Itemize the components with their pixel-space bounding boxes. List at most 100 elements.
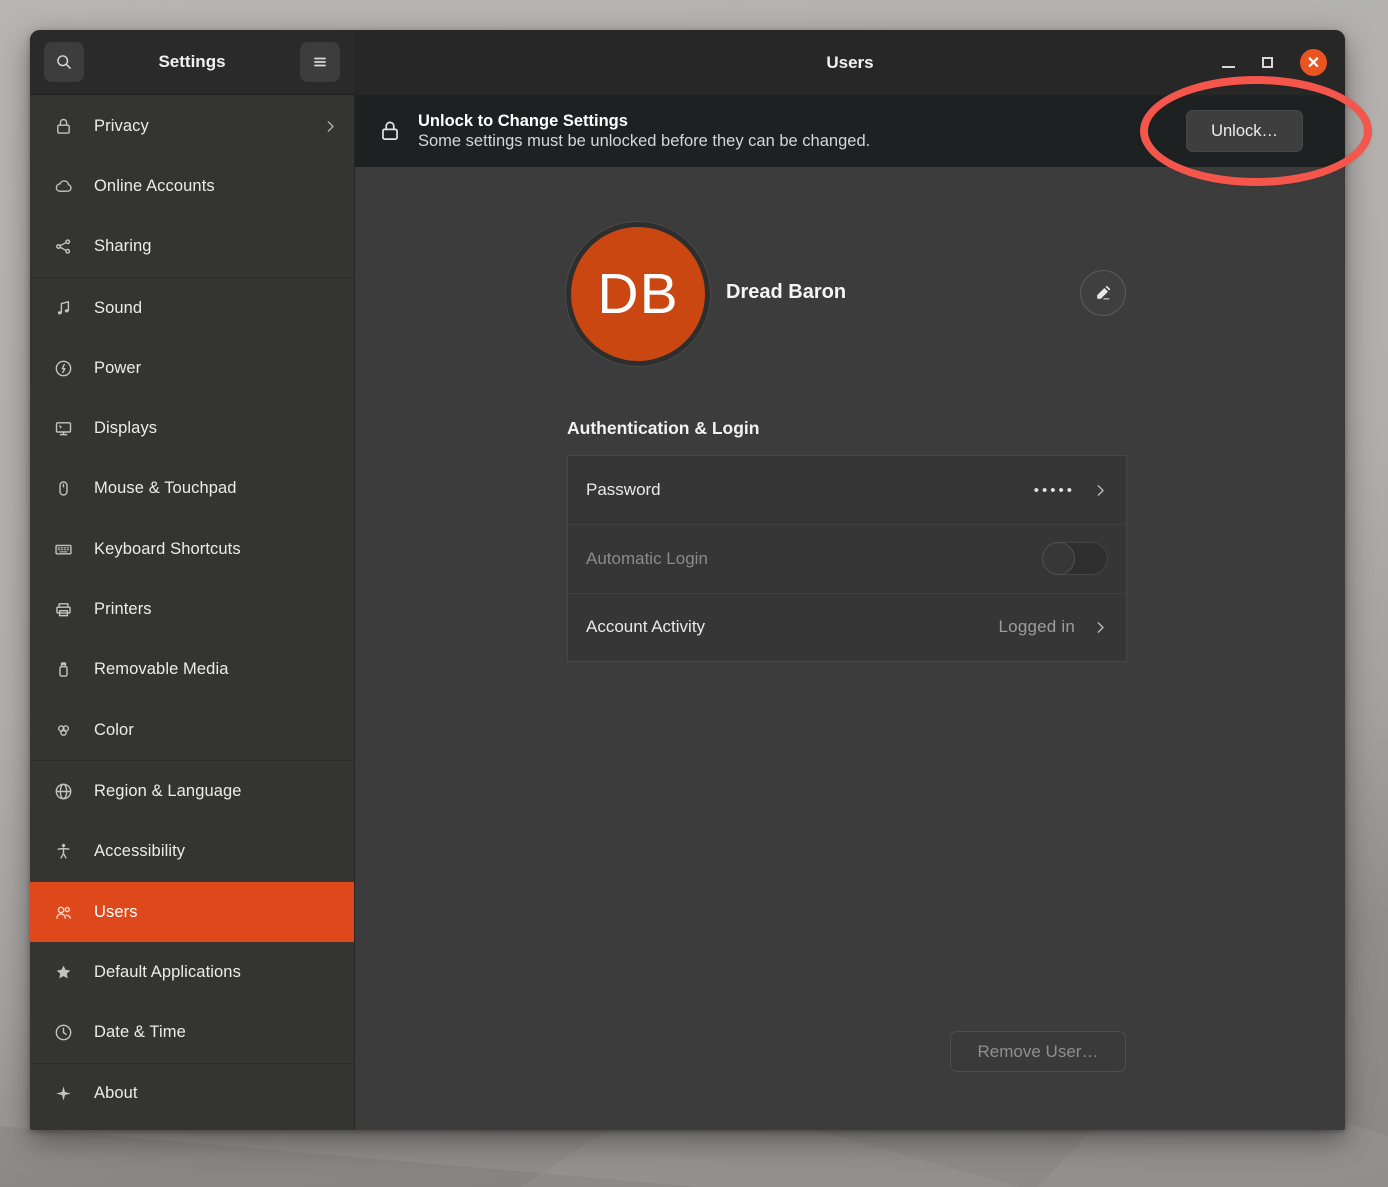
chevron-right-icon: [1093, 483, 1108, 498]
maximize-button[interactable]: [1262, 57, 1273, 68]
sparkle-icon: [51, 1082, 75, 1106]
sidebar-item-label: Color: [94, 721, 338, 740]
sidebar-item-accessibility[interactable]: Accessibility: [30, 822, 354, 882]
padlock-icon: [377, 118, 403, 144]
minimize-icon: [1222, 66, 1235, 68]
sidebar-item-region-language[interactable]: Region & Language: [30, 761, 354, 821]
sidebar-item-label: Power: [94, 359, 338, 378]
sidebar-item-label: Removable Media: [94, 660, 338, 679]
user-full-name: Dread Baron: [726, 281, 846, 304]
sidebar-item-label: Accessibility: [94, 842, 338, 861]
sidebar-header: Settings: [30, 30, 354, 95]
sidebar-item-displays[interactable]: Displays: [30, 398, 354, 458]
chevron-right-icon: [323, 119, 338, 134]
account-activity-label: Account Activity: [586, 617, 981, 637]
automatic-login-toggle[interactable]: [1042, 542, 1108, 575]
sidebar-item-label: Printers: [94, 600, 338, 619]
sidebar-item-label: Date & Time: [94, 1023, 338, 1042]
automatic-login-row: Automatic Login: [568, 524, 1126, 592]
unlock-banner: Unlock to Change Settings Some settings …: [355, 95, 1345, 167]
user-avatar[interactable]: DB: [565, 221, 711, 367]
settings-window: Settings Privacy Online Accounts Sharing So…: [30, 30, 1345, 1130]
unlock-banner-title: Unlock to Change Settings: [418, 112, 870, 131]
chevron-right-icon: [1093, 620, 1108, 635]
sidebar-item-label: Privacy: [94, 117, 304, 136]
sidebar-item-label: About: [94, 1084, 338, 1103]
menu-button[interactable]: [300, 42, 340, 82]
sidebar-item-label: Default Applications: [94, 963, 338, 982]
usb-icon: [51, 658, 75, 682]
sidebar-item-mouse-touchpad[interactable]: Mouse & Touchpad: [30, 459, 354, 519]
unlock-banner-subtitle: Some settings must be unlocked before th…: [418, 132, 870, 151]
minimize-button[interactable]: [1222, 58, 1235, 68]
toggle-knob: [1042, 542, 1075, 575]
sidebar-item-label: Mouse & Touchpad: [94, 479, 338, 498]
password-dots: •••••: [1034, 482, 1075, 499]
cloud-icon: [51, 174, 75, 198]
accessibility-person-icon: [51, 840, 75, 864]
sidebar-item-privacy[interactable]: Privacy: [30, 96, 354, 156]
sidebar-nav-list: Privacy Online Accounts Sharing Sound Power D…: [30, 95, 354, 1130]
users-panel-content: DB Dread Baron Authentication & Login Pa…: [355, 167, 1345, 1130]
sidebar-item-label: Sound: [94, 299, 338, 318]
close-icon: ✕: [1307, 53, 1320, 73]
pencil-icon: [1093, 283, 1113, 303]
main-pane: Users ✕ Unlock to Change Settings: [355, 30, 1345, 1130]
sidebar-item-label: Displays: [94, 419, 338, 438]
sidebar: Settings Privacy Online Accounts Sharing So…: [30, 30, 355, 1130]
music-note-icon: [51, 296, 75, 320]
display-icon: [51, 417, 75, 441]
auth-section-title: Authentication & Login: [567, 418, 759, 439]
sidebar-item-label: Users: [94, 903, 338, 922]
window-controls: ✕: [1222, 30, 1327, 95]
avatar-initials: DB: [597, 261, 678, 327]
sidebar-item-printers[interactable]: Printers: [30, 579, 354, 639]
lock-icon: [51, 114, 75, 138]
sidebar-title: Settings: [158, 52, 225, 72]
keyboard-icon: [51, 537, 75, 561]
password-row[interactable]: Password •••••: [568, 456, 1126, 524]
unlock-button[interactable]: Unlock…: [1186, 110, 1303, 152]
search-button[interactable]: [44, 42, 84, 82]
account-activity-value: Logged in: [999, 617, 1075, 637]
sidebar-item-online-accounts[interactable]: Online Accounts: [30, 156, 354, 216]
sidebar-item-about[interactable]: About: [30, 1064, 354, 1124]
globe-icon: [51, 779, 75, 803]
maximize-icon: [1262, 57, 1273, 68]
users-icon: [51, 900, 75, 924]
sidebar-item-power[interactable]: Power: [30, 338, 354, 398]
search-icon: [53, 51, 75, 73]
hamburger-menu-icon: [309, 51, 331, 73]
color-circles-icon: [51, 718, 75, 742]
mouse-icon: [51, 477, 75, 501]
avatar-circle: DB: [571, 227, 705, 361]
power-icon: [51, 356, 75, 380]
account-activity-row[interactable]: Account Activity Logged in: [568, 593, 1126, 661]
titlebar[interactable]: Users ✕: [355, 30, 1345, 95]
clock-icon: [51, 1021, 75, 1045]
sidebar-item-removable-media[interactable]: Removable Media: [30, 640, 354, 700]
edit-name-button[interactable]: [1080, 270, 1126, 316]
star-icon: [51, 960, 75, 984]
close-button[interactable]: ✕: [1300, 49, 1327, 76]
sidebar-item-label: Region & Language: [94, 782, 338, 801]
automatic-login-label: Automatic Login: [586, 549, 1024, 569]
printer-icon: [51, 598, 75, 622]
sidebar-item-date-time[interactable]: Date & Time: [30, 1002, 354, 1062]
share-icon: [51, 235, 75, 259]
auth-settings-card: Password ••••• Automatic Login Account A…: [567, 455, 1127, 662]
sidebar-item-label: Keyboard Shortcuts: [94, 540, 338, 559]
sidebar-item-label: Sharing: [94, 237, 338, 256]
sidebar-item-label: Online Accounts: [94, 177, 338, 196]
password-label: Password: [586, 480, 1016, 500]
sidebar-item-default-applications[interactable]: Default Applications: [30, 942, 354, 1002]
remove-user-button[interactable]: Remove User…: [950, 1031, 1126, 1072]
desktop: Settings Privacy Online Accounts Sharing So…: [0, 0, 1388, 1187]
sidebar-item-color[interactable]: Color: [30, 700, 354, 760]
sidebar-item-sharing[interactable]: Sharing: [30, 217, 354, 277]
sidebar-item-sound[interactable]: Sound: [30, 278, 354, 338]
sidebar-item-keyboard-shortcuts[interactable]: Keyboard Shortcuts: [30, 519, 354, 579]
page-title: Users: [826, 53, 873, 73]
unlock-banner-text: Unlock to Change Settings Some settings …: [418, 112, 870, 151]
sidebar-item-users[interactable]: Users: [30, 882, 354, 942]
